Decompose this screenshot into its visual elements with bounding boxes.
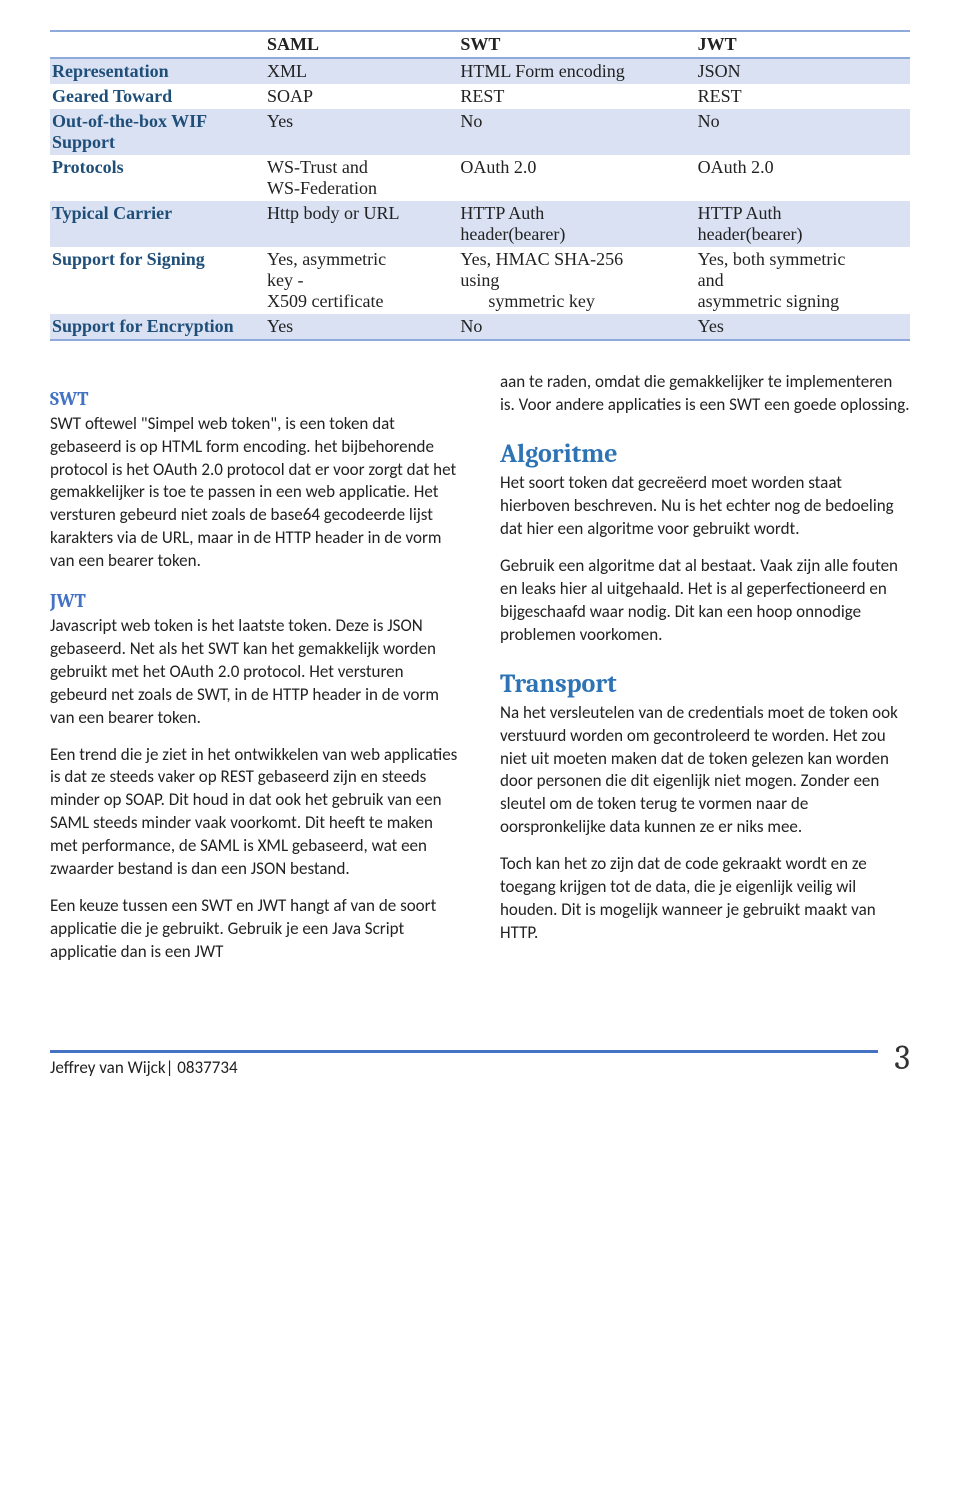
- table-cell: Yes, asymmetric key - X509 certificate: [265, 247, 458, 314]
- table-cell: No: [696, 109, 910, 155]
- table-cell: Out-of-the-box WIF Support: [50, 109, 265, 155]
- transport-paragraph-2: Toch kan het zo zijn dat de code gekraak…: [500, 853, 910, 945]
- trend-paragraph: Een trend die je ziet in het ontwikkelen…: [50, 744, 460, 882]
- continuation-paragraph: aan te raden, omdat die gemakkelijker te…: [500, 371, 910, 417]
- swt-paragraph: SWT oftewel "Simpel web token", is een t…: [50, 413, 460, 574]
- table-cell: REST: [696, 84, 910, 109]
- table-cell: HTML Form encoding: [458, 58, 695, 84]
- table-row: RepresentationXMLHTML Form encodingJSON: [50, 58, 910, 84]
- table-cell: HTTP Auth header(bearer): [696, 201, 910, 247]
- algoritme-paragraph-1: Het soort token dat gecreëerd moet worde…: [500, 472, 910, 541]
- table-cell: No: [458, 109, 695, 155]
- algoritme-heading: Algoritme: [500, 437, 910, 472]
- table-row: Support for EncryptionYesNoYes: [50, 314, 910, 340]
- left-column: SWT SWT oftewel "Simpel web token", is e…: [50, 371, 460, 978]
- table-cell: Support for Signing: [50, 247, 265, 314]
- table-cell: Protocols: [50, 155, 265, 201]
- table-row: Support for SigningYes, asymmetric key -…: [50, 247, 910, 314]
- th-saml: SAML: [265, 31, 458, 58]
- table-cell: Yes: [265, 314, 458, 340]
- table-cell: Geared Toward: [50, 84, 265, 109]
- transport-paragraph-1: Na het versleutelen van de credentials m…: [500, 702, 910, 840]
- table-row: ProtocolsWS-Trust and WS-FederationOAuth…: [50, 155, 910, 201]
- table-cell: Support for Encryption: [50, 314, 265, 340]
- swt-heading: SWT: [50, 387, 460, 413]
- table-row: Geared TowardSOAPRESTREST: [50, 84, 910, 109]
- table-row: Typical CarrierHttp body or URLHTTP Auth…: [50, 201, 910, 247]
- table-cell: XML: [265, 58, 458, 84]
- table-cell: Yes: [696, 314, 910, 340]
- jwt-heading: JWT: [50, 589, 460, 615]
- table-row: Out-of-the-box WIF SupportYesNoNo: [50, 109, 910, 155]
- th-blank: [50, 31, 265, 58]
- table-cell: Yes, HMAC SHA-256 usingsymmetric key: [458, 247, 695, 314]
- footer-author: Jeffrey van Wijck| 0837734: [50, 1057, 238, 1078]
- table-cell: SOAP: [265, 84, 458, 109]
- right-column: aan te raden, omdat die gemakkelijker te…: [500, 371, 910, 978]
- comparison-table: SAML SWT JWT RepresentationXMLHTML Form …: [50, 30, 910, 341]
- table-cell: HTTP Auth header(bearer): [458, 201, 695, 247]
- transport-heading: Transport: [500, 667, 910, 702]
- footer: Jeffrey van Wijck| 0837734 3: [50, 1038, 910, 1078]
- table-cell: No: [458, 314, 695, 340]
- jwt-paragraph: Javascript web token is het laatste toke…: [50, 615, 460, 730]
- keuze-paragraph: Een keuze tussen een SWT en JWT hangt af…: [50, 895, 460, 964]
- table-cell: Representation: [50, 58, 265, 84]
- page-number: 3: [894, 1038, 910, 1078]
- table-cell: OAuth 2.0: [458, 155, 695, 201]
- table-cell: Yes: [265, 109, 458, 155]
- th-swt: SWT: [458, 31, 695, 58]
- th-jwt: JWT: [696, 31, 910, 58]
- algoritme-paragraph-2: Gebruik een algoritme dat al bestaat. Va…: [500, 555, 910, 647]
- table-cell: REST: [458, 84, 695, 109]
- table-cell: Typical Carrier: [50, 201, 265, 247]
- table-cell: Http body or URL: [265, 201, 458, 247]
- table-cell: OAuth 2.0: [696, 155, 910, 201]
- table-cell: Yes, both symmetric and asymmetric signi…: [696, 247, 910, 314]
- comparison-table-body: RepresentationXMLHTML Form encodingJSONG…: [50, 58, 910, 340]
- table-cell: WS-Trust and WS-Federation: [265, 155, 458, 201]
- table-cell: JSON: [696, 58, 910, 84]
